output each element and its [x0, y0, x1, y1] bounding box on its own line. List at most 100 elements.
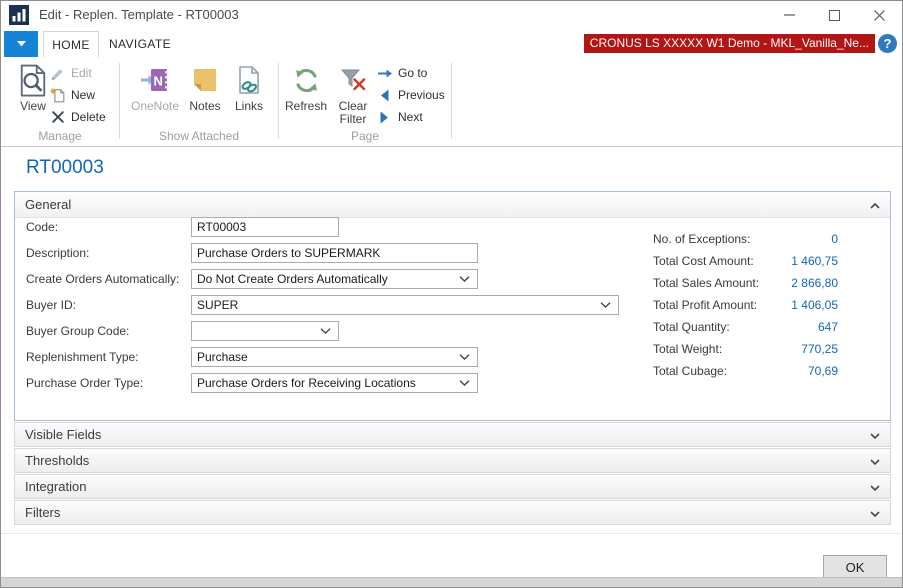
- chevron-down-icon: [320, 328, 331, 334]
- chevron-down-icon: [600, 302, 611, 308]
- create-orders-automatically-select[interactable]: Do Not Create Orders Automatically: [191, 269, 478, 289]
- field-row: Buyer Group Code:: [26, 321, 619, 341]
- go-to-button[interactable]: Go to: [376, 62, 445, 84]
- field-row: Buyer ID: SUPER: [26, 295, 619, 315]
- total-label: No. of Exceptions:: [653, 232, 750, 246]
- window-bottom-frame: [1, 577, 902, 587]
- clear-filter-button[interactable]: Clear Filter: [331, 61, 375, 126]
- onenote-icon: N: [141, 61, 169, 99]
- app-window: Edit - Replen. Template - RT00003 HOME N…: [0, 0, 903, 588]
- field-row: Create Orders Automatically: Do Not Crea…: [26, 269, 619, 289]
- refresh-button[interactable]: Refresh: [283, 61, 329, 113]
- onenote-button[interactable]: N OneNote: [128, 61, 182, 113]
- company-badge: CRONUS LS XXXXX W1 Demo - MKL_Vanilla_Ne…: [584, 34, 875, 53]
- maximize-icon: [829, 10, 840, 21]
- svg-text:N: N: [154, 74, 163, 89]
- buyer-id-select[interactable]: SUPER: [191, 295, 619, 315]
- help-button[interactable]: ?: [878, 34, 897, 53]
- total-label: Total Sales Amount:: [653, 276, 759, 290]
- next-triangle-icon: [376, 111, 393, 124]
- window-title: Edit - Replen. Template - RT00003: [39, 7, 239, 22]
- code-input[interactable]: [191, 217, 339, 237]
- fasttab-general-label: General: [25, 197, 71, 212]
- collapsed-fasttabs: Visible Fields Thresholds Integration Fi…: [14, 422, 891, 526]
- fasttab-visible-fields-header[interactable]: Visible Fields: [14, 422, 891, 447]
- chevron-down-icon: [870, 453, 880, 468]
- ribbon-separator: [451, 63, 452, 139]
- next-button[interactable]: Next: [376, 106, 445, 128]
- minimize-button[interactable]: [767, 1, 812, 29]
- field-row: Code:: [26, 217, 619, 237]
- notes-button[interactable]: Notes: [184, 61, 226, 113]
- clear-filter-icon: [341, 61, 366, 99]
- field-label: Purchase Order Type:: [26, 376, 191, 390]
- refresh-icon: [293, 61, 320, 99]
- delete-x-icon: [49, 110, 66, 124]
- purchase-order-type-select[interactable]: Purchase Orders for Receiving Locations: [191, 373, 478, 393]
- close-icon: [874, 10, 885, 21]
- chevron-down-icon: [459, 380, 470, 386]
- new-button[interactable]: New: [49, 84, 106, 106]
- minimize-icon: [784, 14, 795, 16]
- tab-navigate[interactable]: NAVIGATE: [103, 31, 177, 57]
- field-label: Buyer Group Code:: [26, 324, 191, 338]
- fasttab-general-header[interactable]: General: [15, 192, 890, 218]
- chevron-down-icon: [870, 479, 880, 494]
- close-button[interactable]: [857, 1, 902, 29]
- ribbon: View Edit New: [1, 58, 902, 147]
- group-label-manage: Manage: [1, 129, 119, 143]
- total-label: Total Profit Amount:: [653, 298, 757, 312]
- fasttab-integration-header[interactable]: Integration: [14, 474, 891, 499]
- field-label: Description:: [26, 246, 191, 260]
- total-value[interactable]: 0: [831, 232, 838, 246]
- ok-button[interactable]: OK: [823, 555, 887, 579]
- chevron-down-icon: [459, 276, 470, 282]
- edit-button[interactable]: Edit: [49, 62, 106, 84]
- total-row: Total Weight: 770,25: [653, 338, 838, 360]
- maximize-button[interactable]: [812, 1, 857, 29]
- field-row: Purchase Order Type: Purchase Orders for…: [26, 373, 619, 393]
- total-row: Total Cost Amount: 1 460,75: [653, 250, 838, 272]
- total-label: Total Cost Amount:: [653, 254, 754, 268]
- chevron-down-icon: [870, 427, 880, 442]
- group-label-show-attached: Show Attached: [120, 129, 278, 143]
- total-row: Total Sales Amount: 2 866,80: [653, 272, 838, 294]
- fasttab-filters-header[interactable]: Filters: [14, 500, 891, 525]
- total-value[interactable]: 770,25: [801, 342, 838, 356]
- previous-button[interactable]: Previous: [376, 84, 445, 106]
- field-label: Replenishment Type:: [26, 350, 191, 364]
- ribbon-group-show-attached: N OneNote Notes Links Show Attached: [120, 58, 278, 146]
- field-label: Code:: [26, 220, 191, 234]
- page-title: RT00003: [26, 157, 104, 179]
- general-totals: No. of Exceptions: 0 Total Cost Amount: 1 …: [653, 228, 838, 382]
- total-label: Total Weight:: [653, 342, 722, 356]
- ribbon-group-page: Refresh Clear Filter Go to: [279, 58, 451, 146]
- total-value[interactable]: 2 866,80: [791, 276, 838, 290]
- general-fields: Code: Description: Create Orders Automat…: [26, 217, 619, 399]
- fasttab-thresholds-header[interactable]: Thresholds: [14, 448, 891, 473]
- total-value[interactable]: 1 406,05: [791, 298, 838, 312]
- field-row: Description:: [26, 243, 619, 263]
- replenishment-type-select[interactable]: Purchase: [191, 347, 478, 367]
- link-icon: [237, 61, 261, 99]
- total-value[interactable]: 70,69: [808, 364, 838, 378]
- sticky-note-icon: [192, 61, 218, 99]
- ribbon-group-manage: View Edit New: [1, 58, 119, 146]
- total-row: Total Cubage: 70,69: [653, 360, 838, 382]
- total-value[interactable]: 1 460,75: [791, 254, 838, 268]
- total-value[interactable]: 647: [818, 320, 838, 334]
- tab-home[interactable]: HOME: [43, 31, 99, 57]
- app-menu-button[interactable]: [4, 31, 38, 57]
- group-label-page: Page: [279, 129, 451, 143]
- description-input[interactable]: [191, 243, 478, 263]
- field-label: Buyer ID:: [26, 298, 191, 312]
- total-label: Total Cubage:: [653, 364, 727, 378]
- total-row: No. of Exceptions: 0: [653, 228, 838, 250]
- new-page-icon: [49, 87, 66, 104]
- links-button[interactable]: Links: [228, 61, 270, 113]
- field-label: Create Orders Automatically:: [26, 272, 191, 286]
- window-controls: [767, 1, 902, 29]
- buyer-group-code-select[interactable]: [191, 321, 339, 341]
- delete-button[interactable]: Delete: [49, 106, 106, 128]
- chevron-down-icon: [870, 505, 880, 520]
